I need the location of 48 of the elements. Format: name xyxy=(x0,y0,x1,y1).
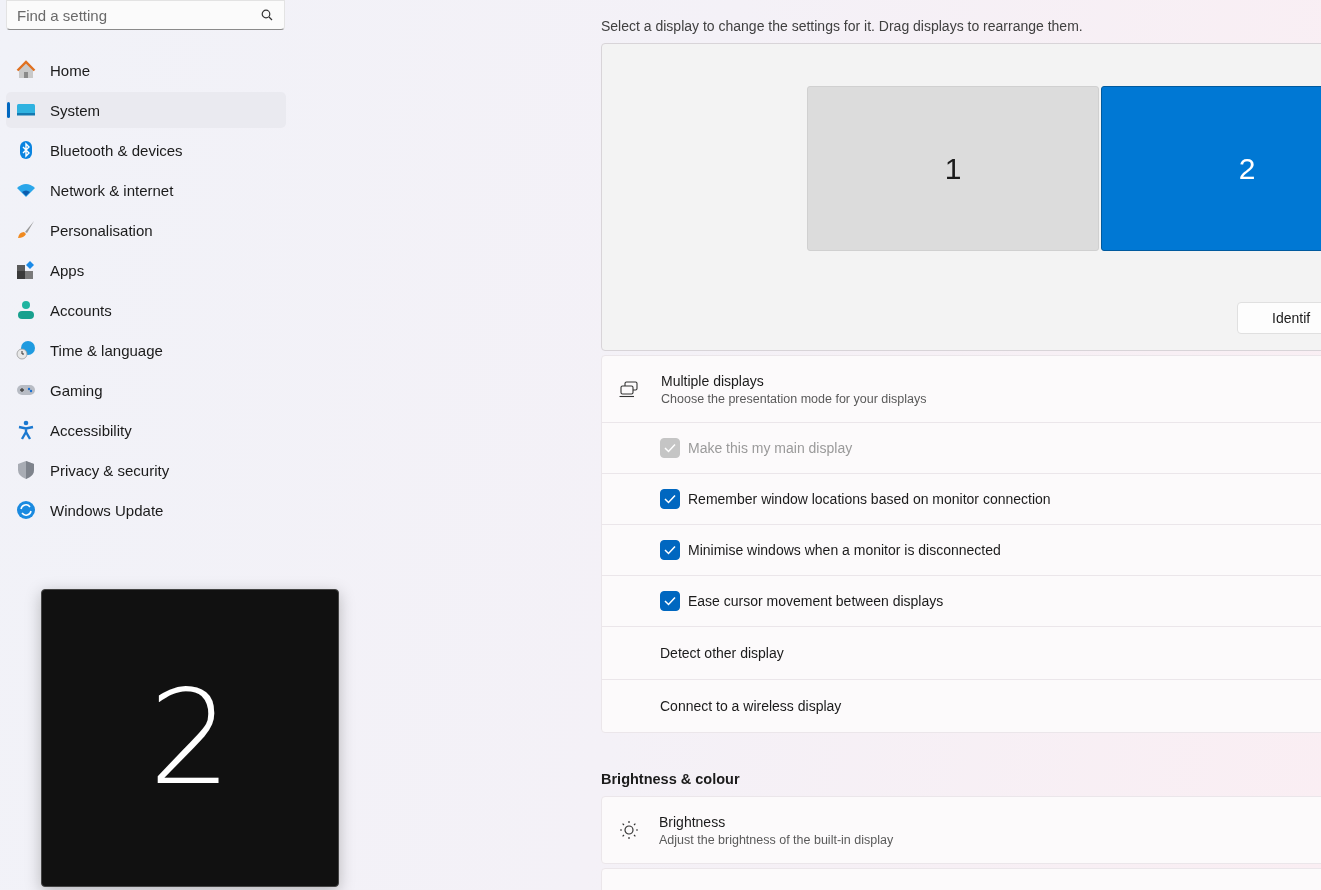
sun-icon xyxy=(619,820,639,840)
sidebar-item[interactable]: Personalisation xyxy=(6,212,286,248)
card-title: Brightness xyxy=(659,813,727,830)
shield-icon xyxy=(16,460,36,480)
setting-row-label[interactable]: Detect other display xyxy=(660,645,784,661)
paintbrush-icon xyxy=(16,220,36,240)
home-icon xyxy=(16,60,36,80)
checkbox-label: Minimise windows when a monitor is disconnected xyxy=(688,542,1001,558)
sidebar-item[interactable]: Gaming xyxy=(6,372,286,408)
identify-number: 2 xyxy=(41,589,339,887)
checkbox[interactable] xyxy=(660,489,680,509)
check-icon xyxy=(664,443,676,453)
sidebar-item[interactable]: Accounts xyxy=(6,292,286,328)
card-description: Choose the presentation mode for your displays xyxy=(661,391,927,406)
monitor-tile[interactable]: 1 xyxy=(807,86,1099,251)
globe-clock-icon xyxy=(16,340,36,360)
sidebar-item[interactable]: Time & language xyxy=(6,332,286,368)
sidebar-item[interactable]: Bluetooth & devices xyxy=(6,132,286,168)
search-icon xyxy=(261,9,273,21)
sidebar-item[interactable]: Accessibility xyxy=(6,412,286,448)
instruction-text: Select a display to change the settings for it. Drag displays to rearrange them. xyxy=(601,17,1083,34)
card-description: Adjust the brightness of the built-in display xyxy=(659,832,894,847)
accessibility-icon xyxy=(16,420,36,440)
checkbox-label: Remember window locations based on monitor connection xyxy=(688,491,1051,507)
apps-icon xyxy=(16,260,36,280)
card-title: Multiple displays xyxy=(661,372,765,389)
identify-button[interactable]: Identif xyxy=(1237,302,1321,334)
check-icon xyxy=(664,545,676,555)
checkbox[interactable] xyxy=(660,540,680,560)
monitor-tile[interactable]: 2 xyxy=(1101,86,1321,251)
sidebar-item[interactable]: System xyxy=(6,92,286,128)
checkbox-label: Make this my main display xyxy=(688,440,853,456)
selection-indicator xyxy=(7,102,10,118)
person-icon xyxy=(16,300,36,320)
update-icon xyxy=(16,500,36,520)
setting-row-label[interactable]: Connect to a wireless display xyxy=(660,698,842,714)
sidebar-item[interactable]: Home xyxy=(6,52,286,88)
sidebar-item[interactable]: Apps xyxy=(6,252,286,288)
search-field[interactable]: Find a setting xyxy=(6,0,285,30)
section-heading: Brightness & colour xyxy=(601,771,741,787)
check-icon xyxy=(664,596,676,606)
sidebar-item[interactable]: Windows Update xyxy=(6,492,286,528)
sidebar-item[interactable]: Privacy & security xyxy=(6,452,286,488)
check-icon xyxy=(664,494,676,504)
multiple-displays-icon xyxy=(619,380,641,398)
checkbox-label: Ease cursor movement between displays xyxy=(688,593,944,609)
sidebar-item[interactable]: Network & internet xyxy=(6,172,286,208)
checkbox[interactable] xyxy=(660,591,680,611)
